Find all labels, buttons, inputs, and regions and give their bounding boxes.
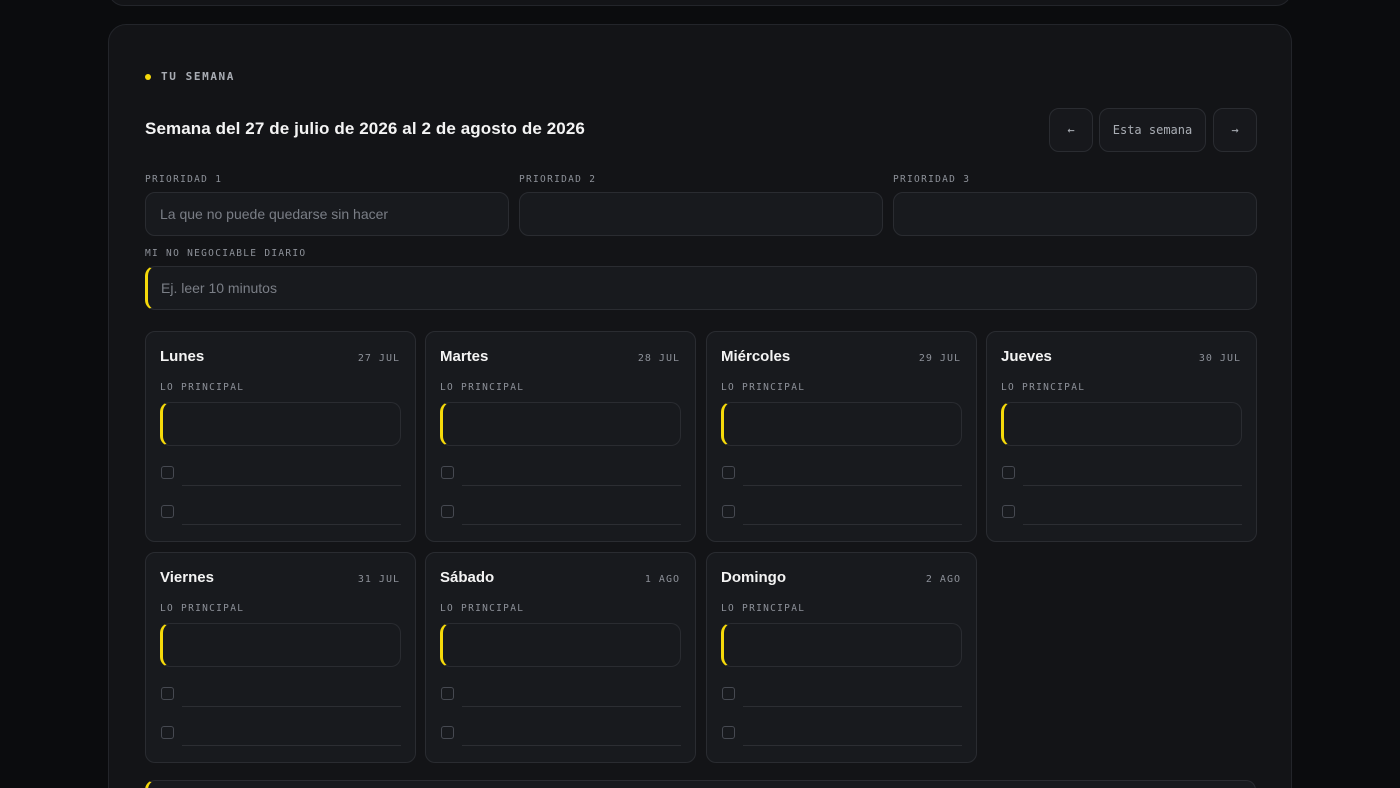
task-checkbox[interactable] [441, 687, 454, 700]
day-card-jueves: Jueves 30 JUL LO PRINCIPAL [986, 331, 1257, 542]
this-week-button[interactable]: Esta semana [1099, 108, 1206, 152]
day-date: 29 JUL [918, 353, 961, 364]
day-main-label: LO PRINCIPAL [440, 603, 525, 614]
task-checkbox[interactable] [441, 505, 454, 518]
priority-1-input[interactable] [145, 192, 509, 236]
section-tag-label: TU SEMANA [161, 70, 236, 83]
task-input[interactable] [462, 485, 681, 486]
priority-3-label: PRIORIDAD 3 [893, 174, 971, 185]
task-checkbox[interactable] [722, 726, 735, 739]
task-row [161, 722, 401, 746]
day-card-lunes: Lunes 27 JUL LO PRINCIPAL [145, 331, 416, 542]
task-checkbox[interactable] [161, 687, 174, 700]
day-main-input[interactable] [160, 402, 401, 446]
day-main-label: LO PRINCIPAL [160, 603, 245, 614]
day-name: Sábado [440, 569, 495, 586]
task-input[interactable] [1023, 524, 1242, 525]
day-card-sabado: Sábado 1 AGO LO PRINCIPAL [425, 552, 696, 763]
task-row [161, 462, 401, 486]
priority-1-label: PRIORIDAD 1 [145, 174, 223, 185]
task-input[interactable] [182, 524, 401, 525]
day-date: 30 JUL [1198, 353, 1241, 364]
task-input[interactable] [462, 745, 681, 746]
previous-section-card [108, 0, 1292, 6]
day-date: 28 JUL [637, 353, 680, 364]
task-row [441, 462, 681, 486]
day-name: Jueves [1001, 348, 1052, 365]
task-row [161, 683, 401, 707]
task-row [441, 683, 681, 707]
non-negotiable-input[interactable] [145, 266, 1257, 310]
day-main-label: LO PRINCIPAL [1001, 382, 1086, 393]
task-row [1002, 501, 1242, 525]
task-checkbox[interactable] [1002, 466, 1015, 479]
task-row [722, 462, 962, 486]
day-main-label: LO PRINCIPAL [721, 382, 806, 393]
priority-2-input[interactable] [519, 192, 883, 236]
task-input[interactable] [743, 524, 962, 525]
task-checkbox[interactable] [722, 687, 735, 700]
task-input[interactable] [182, 485, 401, 486]
day-card-martes: Martes 28 JUL LO PRINCIPAL [425, 331, 696, 542]
task-input[interactable] [743, 745, 962, 746]
task-input[interactable] [462, 706, 681, 707]
task-row [722, 501, 962, 525]
day-date: 31 JUL [357, 574, 400, 585]
day-main-input[interactable] [721, 402, 962, 446]
task-row [722, 722, 962, 746]
day-date: 2 AGO [925, 574, 961, 585]
day-main-input[interactable] [440, 623, 681, 667]
task-checkbox[interactable] [441, 726, 454, 739]
next-week-button[interactable]: → [1213, 108, 1257, 152]
accent-dot-icon [145, 73, 151, 80]
day-card-domingo: Domingo 2 AGO LO PRINCIPAL [706, 552, 977, 763]
task-row [441, 501, 681, 525]
task-row [722, 683, 962, 707]
task-input[interactable] [743, 485, 962, 486]
task-input[interactable] [182, 706, 401, 707]
day-main-label: LO PRINCIPAL [440, 382, 525, 393]
task-checkbox[interactable] [722, 466, 735, 479]
day-date: 27 JUL [357, 353, 400, 364]
task-checkbox[interactable] [161, 505, 174, 518]
day-main-input[interactable] [440, 402, 681, 446]
week-title: Semana del 27 de julio de 2026 al 2 de a… [145, 119, 585, 138]
day-card-viernes: Viernes 31 JUL LO PRINCIPAL [145, 552, 416, 763]
task-row [161, 501, 401, 525]
day-main-input[interactable] [721, 623, 962, 667]
task-input[interactable] [1023, 485, 1242, 486]
week-planner-card: TU SEMANA Semana del 27 de julio de 2026… [108, 24, 1292, 788]
task-input[interactable] [182, 745, 401, 746]
day-name: Martes [440, 348, 489, 365]
day-date: 1 AGO [644, 574, 680, 585]
task-checkbox[interactable] [722, 505, 735, 518]
priority-2-label: PRIORIDAD 2 [519, 174, 597, 185]
task-checkbox[interactable] [441, 466, 454, 479]
priority-3-input[interactable] [893, 192, 1257, 236]
day-main-input[interactable] [160, 623, 401, 667]
day-name: Viernes [160, 569, 214, 586]
day-main-input[interactable] [1001, 402, 1242, 446]
task-row [1002, 462, 1242, 486]
prev-week-button[interactable]: ← [1049, 108, 1093, 152]
day-main-label: LO PRINCIPAL [160, 382, 245, 393]
day-card-miercoles: Miércoles 29 JUL LO PRINCIPAL [706, 331, 977, 542]
task-checkbox[interactable] [161, 466, 174, 479]
task-checkbox[interactable] [161, 726, 174, 739]
task-checkbox[interactable] [1002, 505, 1015, 518]
day-main-label: LO PRINCIPAL [721, 603, 806, 614]
non-negotiable-label: MI NO NEGOCIABLE DIARIO [145, 248, 307, 259]
task-input[interactable] [462, 524, 681, 525]
weekly-note-input[interactable] [145, 780, 1256, 788]
day-name: Domingo [721, 569, 786, 586]
day-name: Miércoles [721, 348, 791, 365]
task-input[interactable] [743, 706, 962, 707]
section-tag: TU SEMANA [145, 70, 235, 83]
task-row [441, 722, 681, 746]
day-name: Lunes [160, 348, 205, 365]
